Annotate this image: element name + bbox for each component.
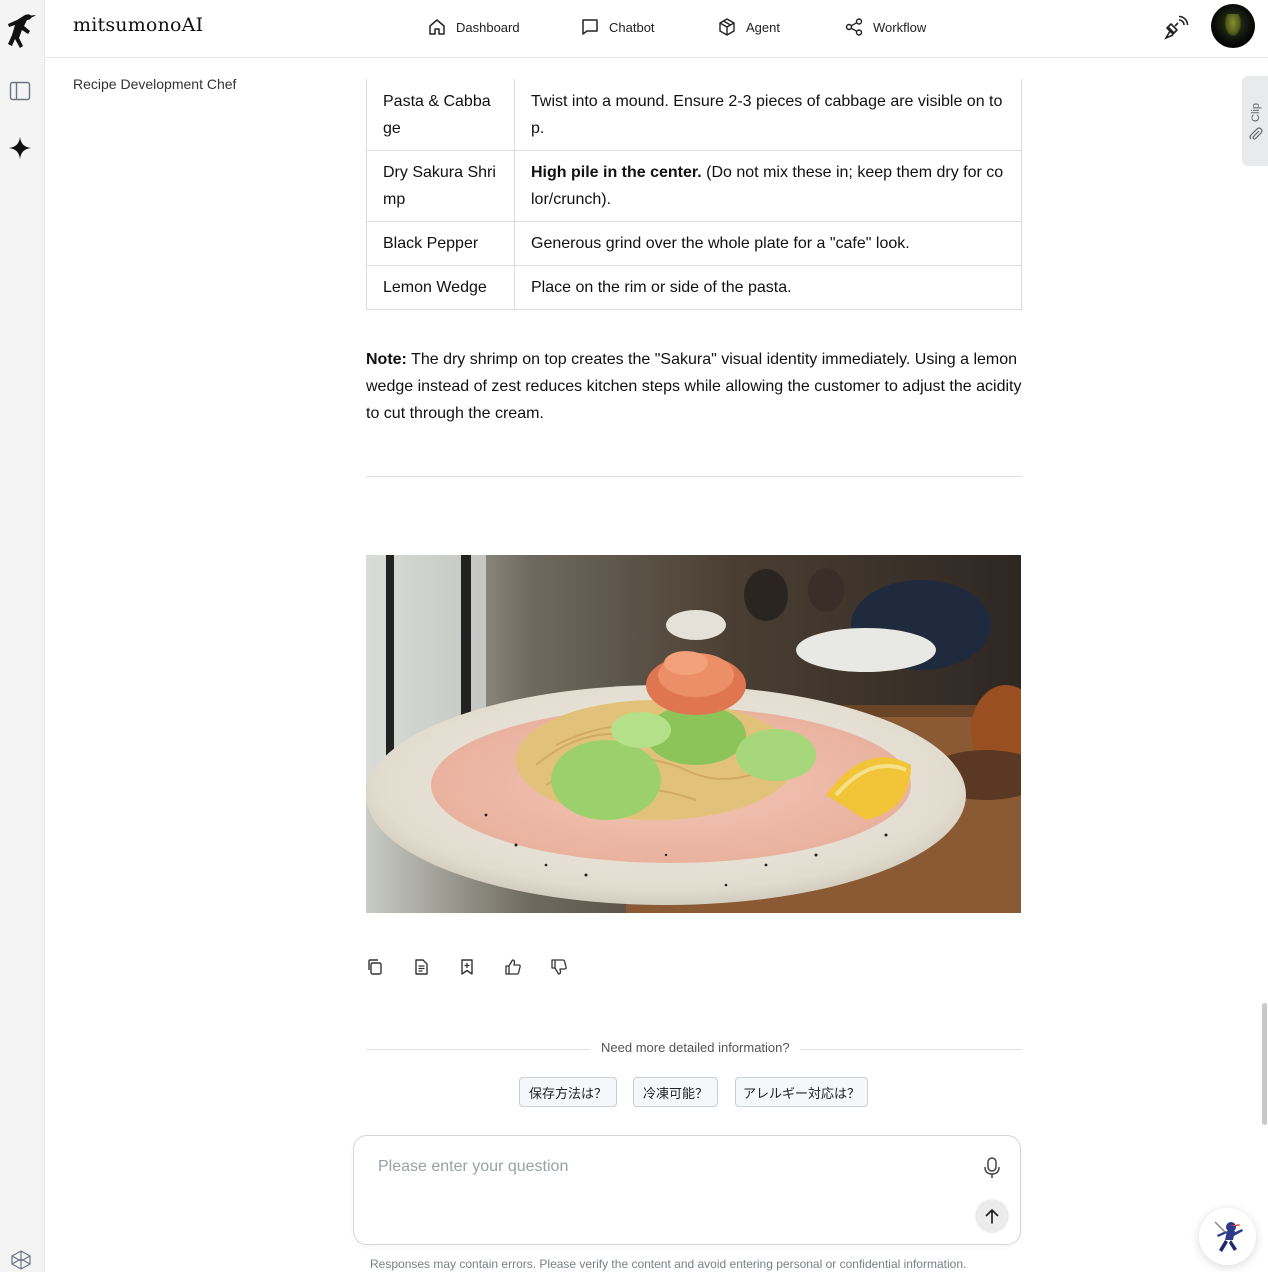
note-label: Note:	[366, 351, 407, 368]
suggestion-chip-storage[interactable]: 保存方法は？	[519, 1077, 617, 1107]
top-header: mitsumonoAI Dashboard Chatbot Agent Work…	[45, 0, 1268, 58]
note-paragraph: Note: The dry shrimp on top creates the …	[366, 346, 1022, 427]
table-cell-item: Pasta & Cabbage	[366, 79, 515, 151]
arrow-up-icon	[985, 1209, 999, 1224]
plating-table: Pasta & Cabbage Twist into a mound. Ensu…	[366, 79, 1022, 310]
suggestion-chip-allergy[interactable]: アレルギー対応は？	[735, 1077, 868, 1107]
suggestion-chip-freezing[interactable]: 冷凍可能？	[633, 1077, 718, 1107]
generated-dish-image[interactable]	[366, 555, 1021, 913]
instruction-bold: High pile in the center.	[531, 164, 702, 181]
suggestion-prompt: Need more detailed information?	[590, 1040, 801, 1055]
dish-illustration	[366, 555, 1021, 913]
table-row: Lemon Wedge Place on the rim or side of …	[366, 265, 1022, 310]
nav-workflow[interactable]: Workflow	[844, 14, 926, 40]
table-cell-instruction: High pile in the center. (Do not mix the…	[514, 150, 1022, 222]
instruction-text: Place on the rim or side of the pasta.	[531, 279, 792, 296]
table-cell-item: Lemon Wedge	[366, 265, 515, 310]
table-cell-instruction: Generous grind over the whole plate for …	[514, 221, 1022, 266]
nav-chatbot[interactable]: Chatbot	[580, 14, 655, 40]
page-title: Recipe Development Chef	[73, 76, 237, 92]
scrollbar-thumb[interactable]	[1262, 1003, 1267, 1125]
microphone-icon[interactable]	[981, 1156, 1003, 1180]
send-button[interactable]	[975, 1199, 1009, 1233]
table-cell-item: Black Pepper	[366, 221, 515, 266]
codepen-icon[interactable]	[10, 1249, 32, 1271]
chat-input-box	[353, 1135, 1021, 1245]
table-cell-item: Dry Sakura Shrimp	[366, 150, 515, 222]
instruction-text: Generous grind over the whole plate for …	[531, 235, 910, 252]
note-text: The dry shrimp on top creates the "Sakur…	[366, 351, 1022, 422]
nav-agent-label: Agent	[746, 19, 780, 35]
nav-workflow-label: Workflow	[873, 19, 927, 35]
divider	[366, 476, 1022, 477]
table-cell-instruction: Twist into a mound. Ensure 2-3 pieces of…	[514, 79, 1022, 151]
bookmark-icon[interactable]	[458, 958, 476, 976]
sparkle-icon[interactable]	[8, 136, 32, 160]
document-icon[interactable]	[412, 958, 430, 976]
home-icon	[429, 19, 445, 35]
chat-bubble-icon	[582, 19, 598, 35]
assistant-fab-button[interactable]	[1199, 1208, 1256, 1265]
table-row: Black Pepper Generous grind over the who…	[366, 221, 1022, 266]
nav-dashboard-label: Dashboard	[456, 19, 520, 35]
thumbs-down-icon[interactable]	[550, 958, 568, 976]
cube-icon	[719, 18, 735, 36]
user-avatar[interactable]	[1211, 4, 1255, 48]
table-cell-instruction: Place on the rim or side of the pasta.	[514, 265, 1022, 310]
thumbs-up-icon[interactable]	[504, 958, 522, 976]
brand-name[interactable]: mitsumonoAI	[73, 14, 203, 36]
question-input[interactable]	[378, 1158, 958, 1188]
left-rail	[0, 0, 45, 1272]
ninja-logo-icon[interactable]	[5, 12, 39, 50]
table-row: Pasta & Cabbage Twist into a mound. Ensu…	[366, 79, 1022, 151]
nav-chatbot-label: Chatbot	[609, 19, 655, 35]
ninja-mascot-icon	[1213, 1220, 1243, 1252]
sidebar-toggle-icon[interactable]	[9, 80, 31, 102]
instruction-text: Twist into a mound. Ensure 2-3 pieces of…	[531, 93, 1003, 137]
nav-agent[interactable]: Agent	[717, 14, 780, 40]
disclaimer-text: Responses may contain errors. Please ver…	[370, 1257, 967, 1271]
share-nodes-icon	[845, 18, 863, 36]
satellite-icon[interactable]	[1162, 14, 1190, 42]
copy-icon[interactable]	[366, 958, 384, 976]
table-row: Dry Sakura Shrimp High pile in the cente…	[366, 150, 1022, 222]
nav-dashboard[interactable]: Dashboard	[427, 14, 520, 40]
